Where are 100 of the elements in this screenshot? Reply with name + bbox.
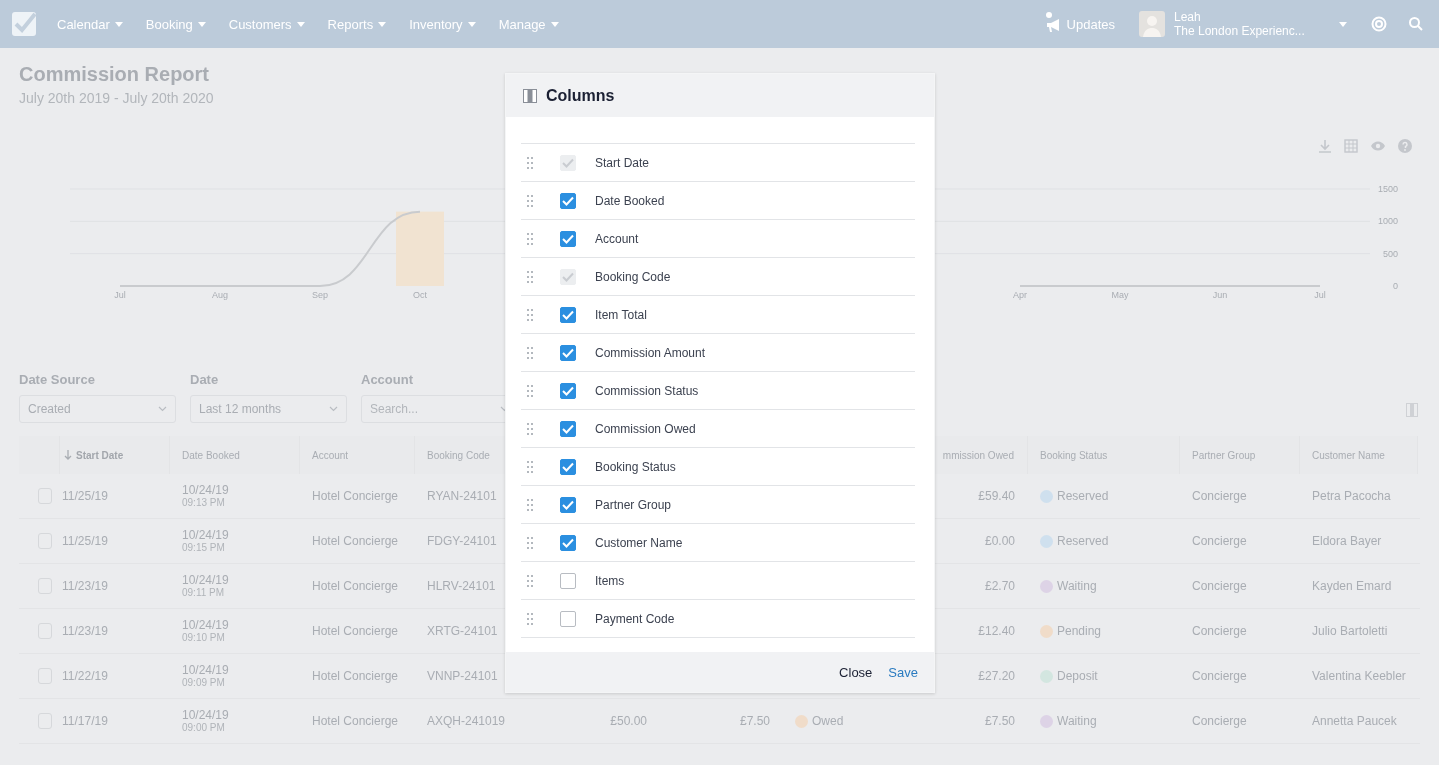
column-name: Date Booked [595, 193, 665, 208]
axis-label: 500 [1382, 248, 1398, 259]
axis-label: Jul [114, 290, 126, 300]
filter-label: Account [361, 372, 413, 387]
status-label: Waiting [1057, 714, 1097, 728]
table-cell: Concierge [1192, 624, 1247, 638]
column-header[interactable]: Start Date [76, 449, 124, 461]
table-cell: 10/24/19 [182, 664, 229, 677]
column-name: Payment Code [595, 611, 675, 626]
column-header[interactable]: Date Booked [182, 449, 240, 461]
column-header[interactable]: Customer Name [1312, 449, 1385, 461]
nav-menu-item[interactable]: Customers [228, 16, 292, 32]
table-cell: 11/23/19 [62, 579, 108, 593]
column-name: Customer Name [595, 535, 683, 550]
table-cell: £27.20 [978, 669, 1015, 683]
table-cell: FDGY-24101 [427, 534, 497, 548]
table-cell: Concierge [1192, 579, 1247, 593]
close-button[interactable]: Close [833, 660, 879, 684]
table-cell: Hotel Concierge [312, 579, 399, 593]
table-cell: Julio Bartoletti [1312, 624, 1388, 638]
column-name: Booking Status [595, 459, 676, 474]
filter-dropdown[interactable]: Last 12 months [190, 395, 347, 423]
table-cell: Annetta Paucek [1312, 714, 1397, 728]
nav-menu-item[interactable]: Inventory [409, 16, 463, 32]
table-cell: £12.40 [978, 624, 1015, 638]
status-label: Reserved [1057, 489, 1109, 503]
table-cell: Kayden Emard [1312, 579, 1392, 593]
axis-label: Aug [212, 290, 228, 300]
filter-label: Date [190, 372, 219, 387]
table-cell: Eldora Bayer [1312, 534, 1382, 548]
nav-menu-item[interactable]: Booking [145, 16, 193, 32]
table-cell: Hotel Concierge [312, 534, 399, 548]
table-cell: VNNP-24101 [427, 669, 498, 683]
date-range: July 20th 2019 - July 20th 2020 [19, 90, 214, 106]
table-cell: Concierge [1192, 669, 1247, 683]
table-cell: XRTG-24101 [427, 624, 498, 638]
table-cell: 11/17/19 [62, 714, 108, 728]
table-cell: 10/24/19 [182, 529, 229, 542]
table-cell: £2.70 [984, 579, 1015, 593]
table-cell: £7.50 [739, 714, 770, 728]
table-cell: Valentina Keebler [1312, 669, 1406, 683]
nav-menu-item[interactable]: Reports [327, 16, 374, 32]
table-cell: RYAN-24101 [427, 489, 497, 503]
table-cell: 09:15 PM [182, 542, 225, 553]
column-header[interactable]: Booking Code [427, 449, 490, 461]
column-header[interactable]: mmission Owed [942, 449, 1014, 461]
column-name: Partner Group [595, 497, 672, 512]
table-cell: 09:11 PM [182, 587, 225, 598]
column-name: Item Total [595, 307, 647, 322]
table-cell: 10/24/19 [182, 484, 229, 497]
axis-label: 1000 [1377, 216, 1398, 227]
company-name[interactable]: The London Experienc... [1174, 24, 1305, 38]
table-cell: 09:13 PM [182, 497, 225, 508]
nav-menu-item[interactable]: Calendar [57, 16, 110, 32]
table-cell: 11/22/19 [62, 669, 108, 683]
table-cell: Hotel Concierge [312, 624, 399, 638]
column-name: Booking Code [595, 269, 671, 284]
nav-menu-item[interactable]: Manage [498, 16, 546, 32]
column-name: Commission Status [595, 383, 699, 398]
table-cell: £7.50 [984, 714, 1015, 728]
table-cell: £59.40 [978, 489, 1015, 503]
status-label: Pending [1057, 624, 1102, 638]
save-button[interactable]: Save [882, 660, 924, 684]
column-name: Account [595, 231, 639, 246]
table-cell: 10/24/19 [182, 619, 229, 632]
table-cell: Concierge [1192, 534, 1247, 548]
table-cell: 10/24/19 [182, 709, 229, 722]
axis-label: Oct [413, 290, 427, 300]
table-cell: HLRV-24101 [427, 579, 496, 593]
column-header[interactable]: Account [312, 449, 349, 461]
table-cell: 11/25/19 [62, 489, 108, 503]
axis-label: Jul [1314, 290, 1326, 300]
status-label: Owed [812, 714, 844, 728]
table-cell: Petra Pacocha [1312, 489, 1391, 503]
table-cell: 11/25/19 [62, 534, 108, 548]
table-cell: Hotel Concierge [312, 714, 399, 728]
table-cell: £0.00 [984, 534, 1015, 548]
user-name[interactable]: Leah [1174, 10, 1201, 24]
dialog-title: Columns [546, 86, 615, 105]
status-label: Reserved [1057, 534, 1109, 548]
filter-dropdown[interactable]: Created [19, 395, 176, 423]
table-cell: AXQH-241019 [427, 714, 506, 728]
table-cell: Concierge [1192, 714, 1247, 728]
column-name: Items [595, 573, 625, 588]
column-header[interactable]: Partner Group [1192, 449, 1256, 461]
table-cell: £50.00 [610, 714, 647, 728]
table-cell: 10/24/19 [182, 574, 229, 587]
status-label: Waiting [1057, 579, 1097, 593]
status-label: Deposit [1057, 669, 1098, 683]
axis-label: 1500 [1377, 184, 1398, 194]
column-name: Commission Owed [595, 421, 696, 436]
table-cell: Concierge [1192, 489, 1247, 503]
column-header[interactable]: Booking Status [1040, 449, 1108, 461]
axis-label: May [1111, 290, 1129, 300]
column-name: Commission Amount [595, 345, 706, 360]
page-title: Commission Report [19, 62, 210, 86]
table-cell: 11/23/19 [62, 624, 108, 638]
table-cell: Hotel Concierge [312, 489, 399, 503]
column-name: Start Date [595, 155, 650, 170]
updates-link[interactable]: Updates [1066, 16, 1115, 32]
